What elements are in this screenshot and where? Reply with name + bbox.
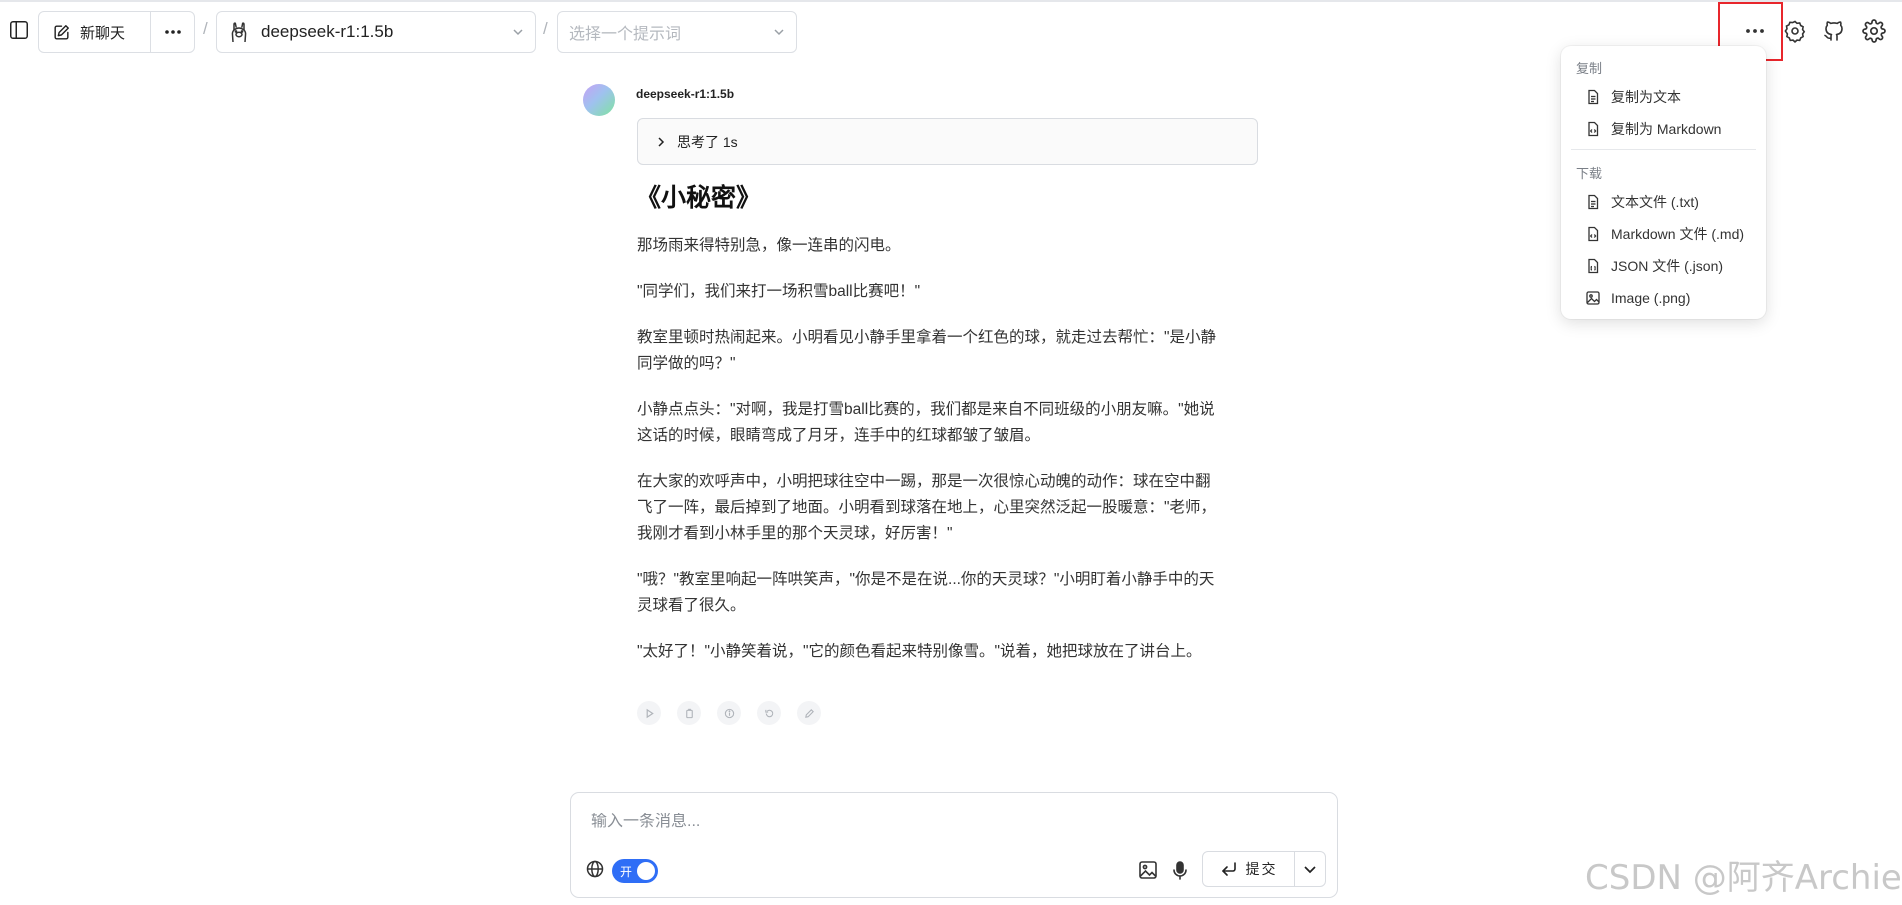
info-icon[interactable]: [717, 701, 741, 725]
submit-label: 提交: [1245, 861, 1278, 877]
globe-icon[interactable]: [585, 859, 605, 879]
file-text-icon: [1585, 194, 1601, 210]
more-options-menu: 复制 复制为文本 复制为 Markdown 下载 文本文件 (.txt) Mar…: [1561, 46, 1766, 319]
sidebar-toggle-icon[interactable]: [5, 16, 33, 44]
message-paragraph: "同学们，我们来打一场积雪ball比赛吧！": [637, 283, 921, 300]
chevron-down-icon: [511, 25, 525, 39]
image-upload-icon[interactable]: [1137, 859, 1159, 881]
chevron-down-icon: [1302, 861, 1318, 877]
menu-item-label: Image (.png): [1611, 290, 1691, 306]
model-selector[interactable]: deepseek-r1:1.5b: [216, 11, 536, 53]
watermark: CSDN @阿齐Archie: [1585, 858, 1902, 898]
model-settings-icon[interactable]: [1780, 16, 1810, 46]
menu-item-download-png[interactable]: Image (.png): [1585, 287, 1690, 309]
menu-divider: [1571, 149, 1756, 150]
menu-item-label: 复制为 Markdown: [1611, 121, 1722, 137]
file-text-icon: [1585, 89, 1601, 105]
submit-group: 提交: [1202, 851, 1326, 887]
menu-item-label: 复制为文本: [1611, 89, 1681, 105]
menu-item-copy-text[interactable]: 复制为文本: [1585, 86, 1681, 108]
prompt-selector[interactable]: 选择一个提示词: [557, 11, 797, 53]
menu-section-copy: 复制: [1576, 61, 1603, 76]
menu-item-label: Markdown 文件 (.md): [1611, 226, 1745, 242]
message-actions: [637, 701, 821, 725]
message-paragraph: 在大家的欢呼声中，小明把球往空中一踢，那是一次很惊心动魄的动作：球在空中翻飞了一…: [637, 473, 1217, 542]
more-horizontal-icon: [164, 29, 182, 35]
edit-icon: [52, 23, 71, 42]
menu-item-download-json[interactable]: JSON 文件 (.json): [1585, 255, 1723, 277]
file-json-icon: [1585, 258, 1601, 274]
message-paragraph: "太好了！"小静笑着说，"它的颜色看起来特别像雪。"说着，她把球放在了讲台上。: [637, 643, 1202, 660]
thinking-label: 思考了 1s: [677, 133, 738, 150]
message-paragraph: 小静点点头："对啊，我是打雪ball比赛的，我们都是来自不同班级的小朋友嘛。"她…: [637, 401, 1215, 444]
breadcrumb-separator: /: [543, 19, 548, 38]
message-body: 那场雨来得特别急，像一连串的闪电。 "同学们，我们来打一场积雪ball比赛吧！"…: [637, 233, 1219, 685]
new-chat-group: 新聊天: [38, 11, 195, 53]
play-icon[interactable]: [637, 701, 661, 725]
menu-item-label: JSON 文件 (.json): [1611, 258, 1724, 274]
menu-item-copy-markdown[interactable]: 复制为 Markdown: [1585, 118, 1721, 140]
new-chat-label: 新聊天: [80, 24, 126, 42]
new-chat-button[interactable]: 新聊天: [39, 12, 151, 52]
submit-options-button[interactable]: [1295, 852, 1325, 886]
new-chat-more-button[interactable]: [151, 12, 194, 52]
menu-section-download: 下载: [1576, 166, 1603, 181]
message-input[interactable]: [591, 813, 1291, 831]
chevron-down-icon: [772, 25, 786, 39]
microphone-icon[interactable]: [1169, 859, 1191, 881]
settings-gear-icon[interactable]: [1859, 16, 1889, 46]
message-paragraph: "哦？"教室里响起一阵哄笑声，"你是不是在说...你的天灵球？"小明盯着小静手中…: [637, 571, 1215, 614]
menu-item-download-md[interactable]: Markdown 文件 (.md): [1585, 223, 1744, 245]
github-icon[interactable]: [1819, 16, 1849, 46]
breadcrumb-separator: /: [203, 19, 208, 38]
thinking-toggle[interactable]: 思考了 1s: [637, 118, 1258, 165]
message-composer: 开 提交: [570, 792, 1338, 898]
web-search-toggle[interactable]: 开: [612, 859, 658, 883]
chevron-right-icon: [655, 136, 667, 148]
file-code-icon: [1585, 121, 1601, 137]
toggle-label: 开: [620, 864, 633, 879]
submit-button[interactable]: 提交: [1203, 852, 1295, 886]
edit-icon[interactable]: [797, 701, 821, 725]
message-sender: deepseek-r1:1.5b: [636, 87, 735, 101]
message-paragraph: 教室里顿时热闹起来。小明看见小静手里拿着一个红色的球，就走过去帮忙："是小静同学…: [637, 329, 1217, 372]
copy-icon[interactable]: [677, 701, 701, 725]
image-icon: [1585, 290, 1601, 306]
menu-item-label: 文本文件 (.txt): [1611, 194, 1699, 210]
model-name: deepseek-r1:1.5b: [261, 22, 394, 41]
toggle-knob: [637, 862, 655, 880]
regenerate-icon[interactable]: [757, 701, 781, 725]
enter-icon: [1220, 861, 1238, 877]
llama-icon: [229, 21, 249, 43]
menu-item-download-txt[interactable]: 文本文件 (.txt): [1585, 191, 1699, 213]
prompt-placeholder: 选择一个提示词: [569, 26, 682, 43]
avatar: [583, 84, 615, 116]
file-code-icon: [1585, 226, 1601, 242]
message-title: 《小秘密》: [636, 183, 762, 212]
message-paragraph: 那场雨来得特别急，像一连串的闪电。: [637, 237, 901, 254]
